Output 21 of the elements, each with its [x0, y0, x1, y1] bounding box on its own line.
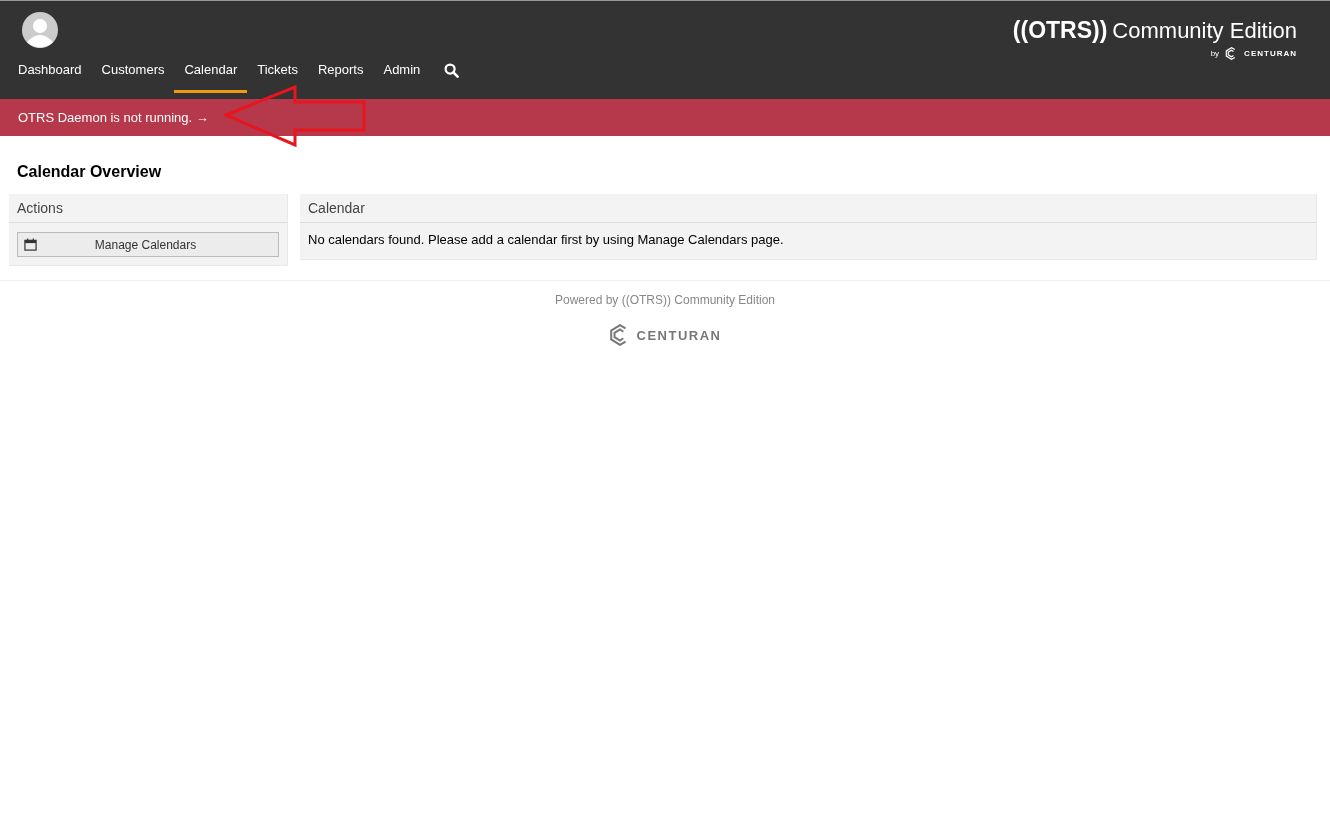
logo-brand: ((OTRS)) [1012, 17, 1108, 43]
nav-tab[interactable]: Customers [91, 62, 175, 93]
nav-tab[interactable]: Dashboard [18, 62, 92, 93]
avatar-icon[interactable] [22, 12, 58, 48]
empty-message: No calendars found. Please add a calendar first by using Manage Calendars page. [308, 232, 785, 249]
nav-tab[interactable]: Admin [373, 62, 431, 93]
nav-tab[interactable]: Tickets [247, 62, 308, 93]
panel-header: Calendar [300, 194, 1316, 223]
manage-calendars-button[interactable]: Manage Calendars [17, 232, 279, 257]
footer-company: CENTURAN [636, 327, 722, 343]
logo-company: CENTURAN [1244, 49, 1297, 58]
page-title: Calendar Overview [16, 162, 163, 182]
nav-tab[interactable]: Reports [307, 62, 374, 93]
nav-tab[interactable]: Calendar [174, 62, 248, 93]
logo-edition: Community Edition [1112, 18, 1297, 43]
notification-link[interactable]: OTRS Daemon is not running. → [18, 110, 209, 125]
panel-header: Actions [9, 194, 287, 223]
powered-by-text: Powered by ((OTRS)) Community Edition [553, 293, 777, 307]
logo-by: by [1210, 49, 1220, 58]
search-icon[interactable] [444, 63, 460, 78]
calendar-icon [24, 238, 37, 251]
